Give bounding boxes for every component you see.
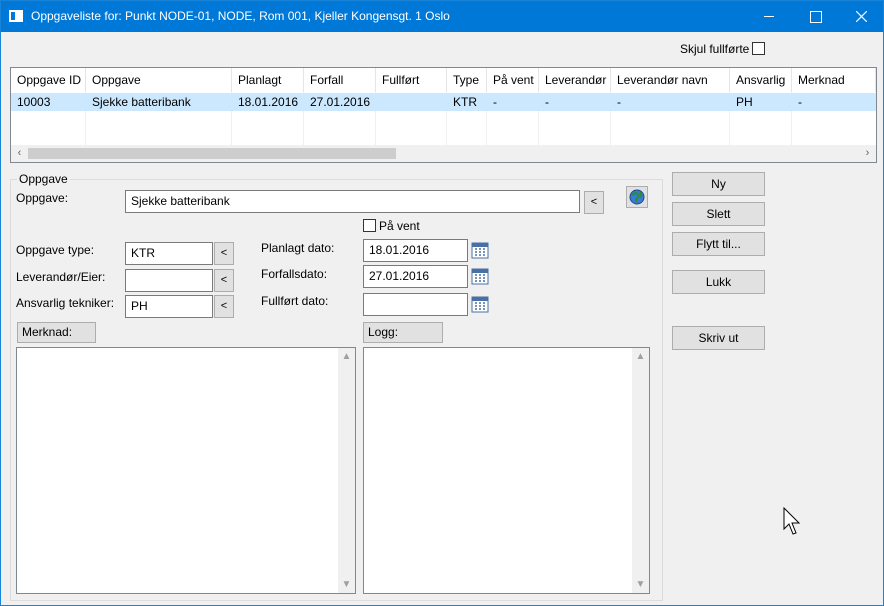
technician-picker-button[interactable]: < [214, 295, 234, 318]
column-header-id[interactable]: Oppgave ID [11, 68, 86, 92]
close-icon [856, 11, 867, 22]
task-group-title: Oppgave [17, 172, 70, 186]
cell-supplier-name: - [617, 95, 621, 109]
column-header-type[interactable]: Type [447, 68, 487, 92]
cell-on-hold: - [493, 95, 497, 109]
done-date-calendar-button[interactable] [471, 295, 489, 313]
supplier-label: Leverandør/Eier: [16, 270, 106, 284]
table-header: Oppgave ID Oppgave Planlagt Forfall Full… [11, 68, 876, 92]
close-window-button[interactable] [838, 1, 884, 32]
horizontal-scrollbar[interactable]: ‹ › [11, 145, 876, 162]
close-button[interactable]: Lukk [672, 270, 765, 294]
column-header-on-hold[interactable]: På vent [487, 68, 539, 92]
cell-due: 27.01.2016 [310, 95, 371, 109]
planned-date-label: Planlagt dato: [261, 241, 335, 255]
calendar-icon [471, 296, 489, 313]
on-hold-label: På vent [379, 219, 420, 233]
column-header-supplier[interactable]: Leverandør [539, 68, 611, 92]
globe-icon [629, 189, 645, 205]
new-button[interactable]: Ny [672, 172, 765, 196]
task-type-picker-button[interactable]: < [214, 242, 234, 265]
move-to-button[interactable]: Flytt til... [672, 232, 765, 256]
column-header-due[interactable]: Forfall [304, 68, 376, 92]
chevron-right-icon[interactable]: › [859, 145, 876, 162]
remark-textarea[interactable]: ▲ ▼ [16, 347, 356, 594]
done-date-input[interactable] [363, 293, 468, 316]
column-header-planned[interactable]: Planlagt [232, 68, 304, 92]
globe-button[interactable] [626, 186, 648, 208]
scroll-thumb[interactable] [28, 148, 396, 159]
supplier-picker-button[interactable]: < [214, 269, 234, 292]
column-header-task[interactable]: Oppgave [86, 68, 232, 92]
on-hold-checkbox[interactable]: På vent [363, 219, 420, 233]
column-header-supplier-name[interactable]: Leverandør navn [611, 68, 730, 92]
due-date-calendar-button[interactable] [471, 267, 489, 285]
column-header-remark[interactable]: Merknad [792, 68, 876, 92]
cell-type: KTR [453, 95, 477, 109]
delete-button[interactable]: Slett [672, 202, 765, 226]
task-picker-button[interactable]: < [584, 191, 604, 214]
cell-responsible: PH [736, 95, 753, 109]
log-scrollbar[interactable]: ▲ ▼ [632, 348, 649, 593]
column-header-responsible[interactable]: Ansvarlig [730, 68, 792, 92]
remark-scrollbar[interactable]: ▲ ▼ [338, 348, 355, 593]
done-date-label: Fullført dato: [261, 294, 329, 308]
planned-date-input[interactable]: 18.01.2016 [363, 239, 468, 262]
cell-task: Sjekke batteribank [92, 95, 191, 109]
task-type-label: Oppgave type: [16, 243, 95, 257]
hide-done-checkbox[interactable]: Skjul fullførte [680, 42, 766, 56]
minimize-button[interactable] [746, 1, 792, 32]
maximize-button[interactable] [792, 1, 838, 32]
log-header-button[interactable]: Logg: [363, 322, 443, 343]
scroll-down-icon[interactable]: ▼ [338, 576, 355, 593]
app-icon [9, 10, 23, 22]
table-row[interactable]: 10003 Sjekke batteribank 18.01.2016 27.0… [11, 93, 876, 111]
title-bar: Oppgaveliste for: Punkt NODE-01, NODE, R… [1, 1, 883, 32]
scroll-down-icon[interactable]: ▼ [632, 576, 649, 593]
calendar-icon [471, 268, 489, 285]
task-input[interactable]: Sjekke batteribank [125, 190, 580, 213]
scroll-up-icon[interactable]: ▲ [632, 348, 649, 365]
mouse-cursor-icon [783, 507, 801, 535]
log-textarea[interactable]: ▲ ▼ [363, 347, 650, 594]
cell-planned: 18.01.2016 [238, 95, 299, 109]
cell-supplier: - [545, 95, 549, 109]
chevron-left-icon[interactable]: ‹ [11, 145, 28, 162]
cell-remark: - [798, 95, 802, 109]
remark-header-button[interactable]: Merknad: [17, 322, 96, 343]
task-list-window: Oppgaveliste for: Punkt NODE-01, NODE, R… [0, 0, 884, 606]
task-label: Oppgave: [16, 191, 69, 205]
due-date-input[interactable]: 27.01.2016 [363, 265, 468, 288]
supplier-input[interactable] [125, 269, 213, 292]
hide-done-check[interactable] [752, 42, 766, 55]
hide-done-label: Skjul fullførte [680, 42, 750, 56]
on-hold-check[interactable] [363, 219, 376, 232]
print-button[interactable]: Skriv ut [672, 326, 765, 350]
technician-input[interactable]: PH [125, 295, 213, 318]
cell-id: 10003 [17, 95, 51, 109]
due-date-label: Forfallsdato: [261, 267, 328, 281]
column-header-done[interactable]: Fullført [376, 68, 447, 92]
technician-label: Ansvarlig tekniker: [16, 296, 115, 310]
planned-date-calendar-button[interactable] [471, 241, 489, 259]
scroll-up-icon[interactable]: ▲ [338, 348, 355, 365]
window-title: Oppgaveliste for: Punkt NODE-01, NODE, R… [31, 9, 450, 23]
task-type-input[interactable]: KTR [125, 242, 213, 265]
task-table[interactable]: Oppgave ID Oppgave Planlagt Forfall Full… [10, 67, 877, 163]
calendar-icon [471, 242, 489, 259]
cell-done [376, 93, 447, 111]
